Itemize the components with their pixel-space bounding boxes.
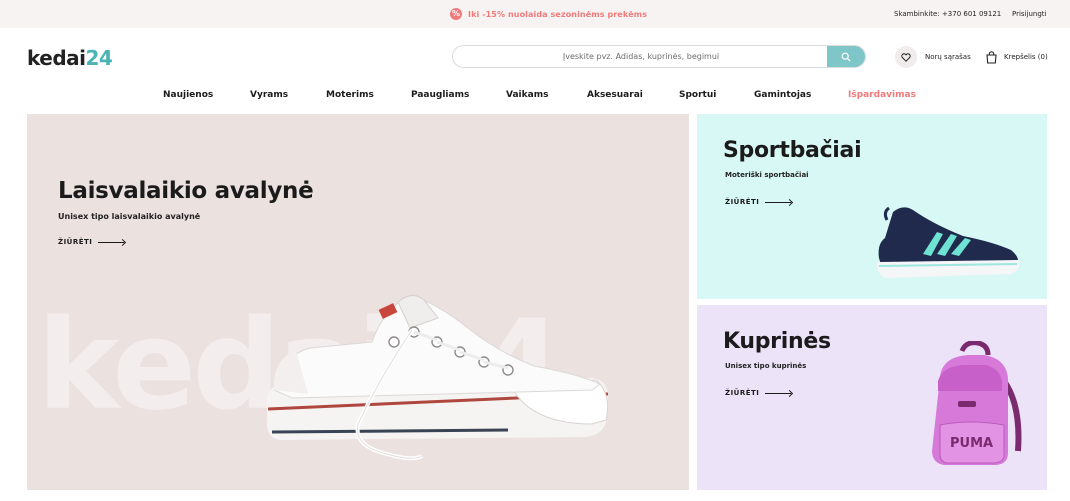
hero-title: Laisvalaikio avalynė [58, 178, 314, 204]
canvas-sneaker-image [266, 295, 609, 461]
backpack-image: PUMA [932, 341, 1022, 465]
logo-number: 24 [85, 46, 113, 70]
wishlist-link[interactable]: Norų sąrašas [925, 53, 971, 61]
search-button[interactable] [827, 46, 865, 67]
sneakers-cta-label: ŽIŪRĖTI [725, 198, 760, 206]
hero-banner[interactable]: kedai24 Laisvalaikio avalynė Unisex tipo… [27, 114, 689, 490]
sneaker-image [877, 206, 1020, 278]
nav-item-gamintojas[interactable]: Gamintojas [754, 90, 811, 100]
hero-view-link[interactable]: ŽIŪRĖTI [58, 238, 126, 246]
shopping-bag-icon [986, 51, 997, 64]
site-logo[interactable]: kedai24 [27, 46, 113, 70]
percent-icon: % [450, 8, 462, 20]
arrow-right-icon [765, 390, 793, 397]
nav-item-moterims[interactable]: Moterims [326, 90, 374, 100]
phone-number[interactable]: Skambinkite: +370 601 09121 [894, 10, 1001, 18]
nav-item-ispardavimas[interactable]: Išpardavimas [848, 90, 916, 100]
nav-item-naujienos[interactable]: Naujienos [163, 90, 213, 100]
category-card-sneakers[interactable]: Sportbačiai Moteriški sportbačiai ŽIŪRĖT… [697, 114, 1047, 299]
nav-item-vyrams[interactable]: Vyrams [250, 90, 288, 100]
top-promo-bar: % Iki -15% nuolaida sezoninėms prekėms S… [0, 0, 1070, 28]
backpacks-card-title: Kuprinės [723, 329, 831, 354]
search-icon [841, 52, 851, 61]
backpacks-card-subtitle: Unisex tipo kuprinės [725, 362, 807, 370]
backpacks-cta-label: ŽIŪRĖTI [725, 389, 760, 397]
category-card-backpacks[interactable]: Kuprinės Unisex tipo kuprinės ŽIŪRĖTI PU… [697, 305, 1047, 490]
nav-item-vaikams[interactable]: Vaikams [506, 90, 548, 100]
sneakers-view-link[interactable]: ŽIŪRĖTI [725, 198, 793, 206]
cart-button[interactable] [985, 49, 998, 68]
heart-icon [901, 52, 911, 62]
wishlist-button[interactable] [895, 46, 917, 68]
logo-word: kedai [27, 46, 86, 70]
nav-item-sportui[interactable]: Sportui [679, 90, 716, 100]
main-navigation: Naujienos Vyrams Moterims Paaugliams Vai… [0, 90, 1070, 104]
promo-banner[interactable]: % Iki -15% nuolaida sezoninėms prekėms [450, 8, 647, 20]
search-bar [452, 45, 866, 68]
backpack-brand-print: PUMA [950, 436, 993, 451]
hero-cta-label: ŽIŪRĖTI [58, 238, 93, 246]
arrow-right-icon [765, 199, 793, 206]
backpacks-view-link[interactable]: ŽIŪRĖTI [725, 389, 793, 397]
nav-item-paaugliams[interactable]: Paaugliams [411, 90, 469, 100]
sneakers-card-subtitle: Moteriški sportbačiai [725, 171, 809, 179]
hero-subtitle: Unisex tipo laisvalaikio avalynė [58, 212, 201, 221]
cart-link[interactable]: Krepšelis (0) [1004, 53, 1048, 61]
sneakers-card-title: Sportbačiai [723, 138, 862, 163]
search-input[interactable] [453, 46, 829, 67]
arrow-right-icon [98, 239, 126, 246]
promo-text[interactable]: Iki -15% nuolaida sezoninėms prekėms [468, 10, 647, 19]
nav-item-aksesuarai[interactable]: Aksesuarai [587, 90, 643, 100]
login-link[interactable]: Prisijungti [1012, 10, 1046, 18]
